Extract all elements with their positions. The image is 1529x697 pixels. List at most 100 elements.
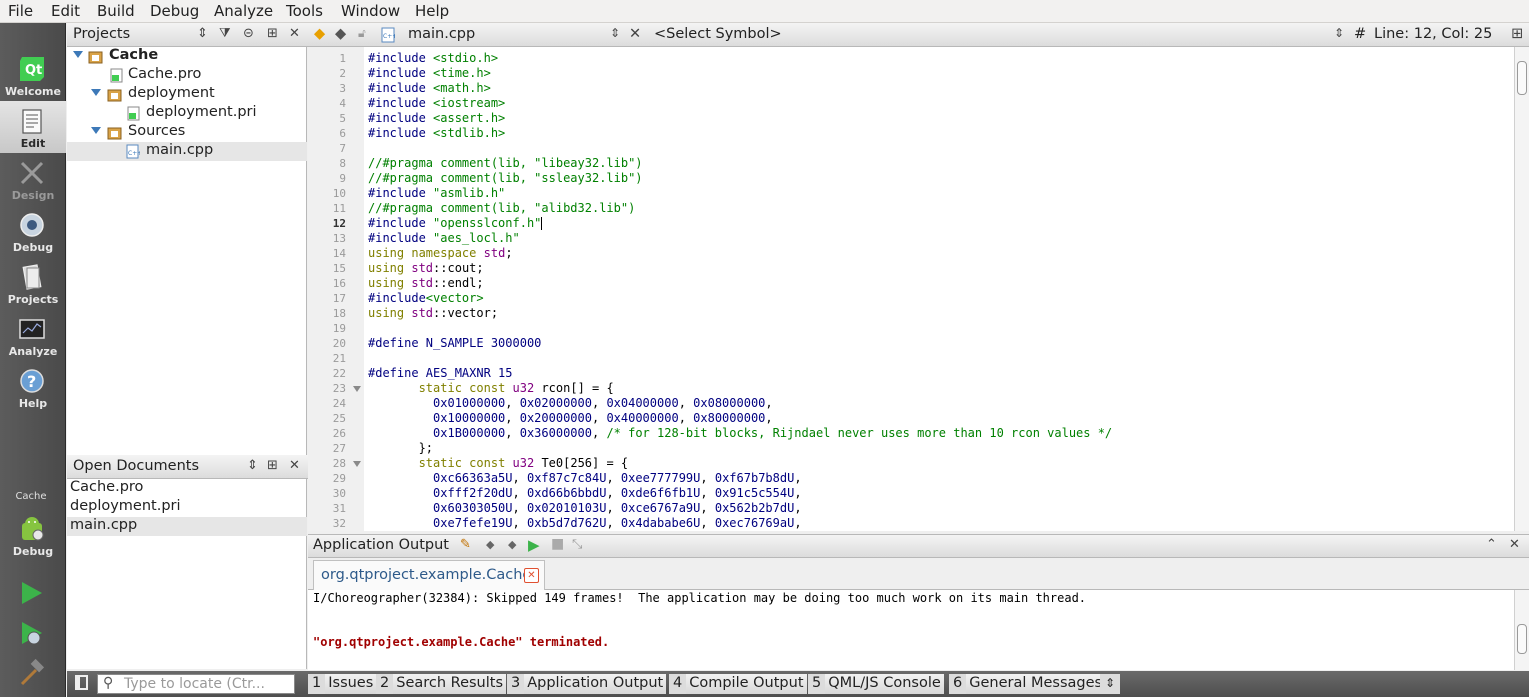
- code-line[interactable]: //#pragma comment(lib, "ssleay32.lib"): [368, 171, 643, 186]
- link-editor-icon[interactable]: ⊝: [243, 26, 254, 41]
- view-selector-arrows-icon[interactable]: ⇕: [197, 26, 208, 41]
- menu-file[interactable]: File: [8, 2, 33, 20]
- code-line[interactable]: #define AES_MAXNR 15: [368, 366, 513, 381]
- expand-arrow-icon[interactable]: [91, 89, 101, 96]
- clear-output-icon[interactable]: ✎: [460, 537, 471, 552]
- current-file-name[interactable]: main.cpp: [408, 26, 475, 42]
- code-line[interactable]: #include <stdlib.h>: [368, 126, 505, 141]
- menu-edit[interactable]: Edit: [51, 2, 80, 20]
- output-pane-tab-qml-js-console[interactable]: 5 QML/JS Console: [808, 674, 944, 694]
- open-document-item[interactable]: deployment.pri: [67, 498, 307, 517]
- tree-item-main-cpp[interactable]: C++ main.cpp: [67, 142, 307, 161]
- tree-item-deployment-pri[interactable]: deployment.pri: [67, 104, 307, 123]
- filter-icon[interactable]: ⧩: [219, 26, 231, 41]
- split-icon[interactable]: ⊞: [267, 458, 278, 473]
- expand-arrow-icon[interactable]: [73, 51, 83, 58]
- fold-marker-icon[interactable]: [353, 461, 361, 467]
- code-line[interactable]: 0xfff2f20dU, 0xd66b6bbdU, 0xde6f6fb1U, 0…: [368, 486, 802, 501]
- more-tabs-arrows-icon[interactable]: ⇕: [1100, 674, 1120, 694]
- close-icon[interactable]: ✕: [289, 458, 300, 473]
- mode-help[interactable]: ? Help: [0, 361, 66, 413]
- output-pane-tab-application-output[interactable]: 3 Application Output: [507, 674, 667, 694]
- file-dropdown-arrows-icon[interactable]: ⇕: [610, 26, 620, 40]
- code-line[interactable]: #include "opensslconf.h": [368, 216, 543, 231]
- code-line[interactable]: 0x1B000000, 0x36000000, /* for 128-bit b…: [368, 426, 1112, 441]
- output-pane-tab-general-messages[interactable]: 6 General Messages: [949, 674, 1106, 694]
- code-line[interactable]: using std::endl;: [368, 276, 484, 291]
- kit-selector[interactable]: Debug: [0, 509, 66, 561]
- code-line[interactable]: #define N_SAMPLE 3000000: [368, 336, 541, 351]
- menu-window[interactable]: Window: [341, 2, 400, 20]
- code-line[interactable]: //#pragma comment(lib, "libeay32.lib"): [368, 156, 643, 171]
- view-selector-arrows-icon[interactable]: ⇕: [247, 458, 258, 473]
- code-line[interactable]: 0xc66363a5U, 0xf87c7c84U, 0xee777799U, 0…: [368, 471, 802, 486]
- code-line[interactable]: 0x60303050U, 0x02010103U, 0xce6767a9U, 0…: [368, 501, 802, 516]
- tree-item-cache-pro[interactable]: Cache.pro: [67, 66, 307, 85]
- expand-arrow-icon[interactable]: [91, 127, 101, 134]
- code-line[interactable]: 0x01000000, 0x02000000, 0x04000000, 0x08…: [368, 396, 773, 411]
- close-icon[interactable]: ✕: [289, 26, 300, 41]
- code-line[interactable]: };: [368, 441, 433, 456]
- code-line[interactable]: #include<vector>: [368, 291, 484, 306]
- symbol-dropdown-arrows-icon[interactable]: ⇕: [1334, 26, 1344, 40]
- application-output-text[interactable]: I/Choreographer(32384): Skipped 149 fram…: [308, 590, 1514, 670]
- tree-item-cache-project[interactable]: Cache: [67, 47, 307, 66]
- menu-debug[interactable]: Debug: [150, 2, 199, 20]
- code-line[interactable]: #include "asmlib.h": [368, 186, 505, 201]
- output-tab-cache[interactable]: org.qtproject.example.Cache ✕: [313, 560, 545, 591]
- code-line[interactable]: #include "aes_locl.h": [368, 231, 520, 246]
- code-editor[interactable]: #include <stdio.h> #include <time.h> #incl…: [364, 47, 1514, 531]
- code-line[interactable]: #include <math.h>: [368, 81, 491, 96]
- code-line[interactable]: #include <stdio.h>: [368, 51, 498, 66]
- previous-item-icon[interactable]: ◆: [486, 538, 494, 551]
- code-line[interactable]: using std::vector;: [368, 306, 498, 321]
- close-file-icon[interactable]: ✕: [629, 26, 641, 42]
- code-line[interactable]: #include <assert.h>: [368, 111, 505, 126]
- code-line[interactable]: #include <iostream>: [368, 96, 505, 111]
- tree-item-deployment[interactable]: deployment: [67, 85, 307, 104]
- mode-analyze[interactable]: Analyze: [0, 309, 66, 361]
- tree-item-sources[interactable]: Sources: [67, 123, 307, 142]
- scrollbar-thumb[interactable]: [1517, 61, 1527, 95]
- code-line[interactable]: 0xe7fefe19U, 0xb5d7d762U, 0x4dababe6U, 0…: [368, 516, 802, 531]
- code-line[interactable]: static const u32 rcon[] = {: [368, 381, 614, 396]
- output-pane-tab-search-results[interactable]: 2 Search Results: [376, 674, 507, 694]
- code-line[interactable]: using namespace std;: [368, 246, 513, 261]
- editor-vertical-scrollbar[interactable]: [1514, 47, 1529, 531]
- close-tab-icon[interactable]: ✕: [524, 568, 539, 583]
- rerun-icon[interactable]: ▶: [528, 536, 540, 554]
- close-pane-icon[interactable]: ✕: [1509, 537, 1520, 552]
- fold-marker-icon[interactable]: [353, 386, 361, 392]
- output-pane-tab-issues[interactable]: 1 Issues: [308, 674, 377, 694]
- menu-build[interactable]: Build: [97, 2, 135, 20]
- open-document-item[interactable]: main.cpp: [67, 517, 307, 536]
- attach-icon[interactable]: ⤡: [572, 537, 582, 552]
- mode-design[interactable]: Design: [0, 153, 66, 205]
- maximize-pane-icon[interactable]: ⌃: [1486, 537, 1497, 552]
- toggle-sidebar-icon[interactable]: [75, 675, 88, 690]
- mode-projects[interactable]: Projects: [0, 257, 66, 309]
- back-arrow-icon[interactable]: ◆: [314, 26, 325, 42]
- start-debugging-icon[interactable]: [16, 618, 46, 648]
- code-line[interactable]: static const u32 Te0[256] = {: [368, 456, 629, 471]
- mode-welcome[interactable]: Qt Welcome: [0, 49, 66, 101]
- code-line[interactable]: #include <time.h>: [368, 66, 491, 81]
- locator-input[interactable]: ⚲ Type to locate (Ctr...: [97, 674, 295, 694]
- output-pane-tab-compile-output[interactable]: 4 Compile Output: [669, 674, 807, 694]
- split-icon[interactable]: ⊞: [267, 26, 278, 41]
- next-item-icon[interactable]: ◆: [508, 538, 516, 551]
- menu-analyze[interactable]: Analyze: [214, 2, 273, 20]
- code-line[interactable]: using std::cout;: [368, 261, 484, 276]
- run-icon[interactable]: [16, 578, 46, 608]
- output-vertical-scrollbar[interactable]: [1514, 590, 1529, 670]
- open-document-item[interactable]: Cache.pro: [67, 479, 307, 498]
- symbol-selector[interactable]: <Select Symbol>: [654, 26, 782, 42]
- forward-arrow-icon[interactable]: ◆: [335, 26, 346, 42]
- cursor-position[interactable]: Line: 12, Col: 25: [1374, 26, 1492, 42]
- build-hammer-icon[interactable]: [16, 658, 46, 688]
- code-line[interactable]: //#pragma comment(lib, "alibd32.lib"): [368, 201, 635, 216]
- code-line[interactable]: 0x10000000, 0x20000000, 0x40000000, 0x80…: [368, 411, 773, 426]
- split-icon[interactable]: ⊞: [1511, 26, 1523, 42]
- mode-debug[interactable]: Debug: [0, 205, 66, 257]
- stop-icon[interactable]: ■: [551, 536, 564, 552]
